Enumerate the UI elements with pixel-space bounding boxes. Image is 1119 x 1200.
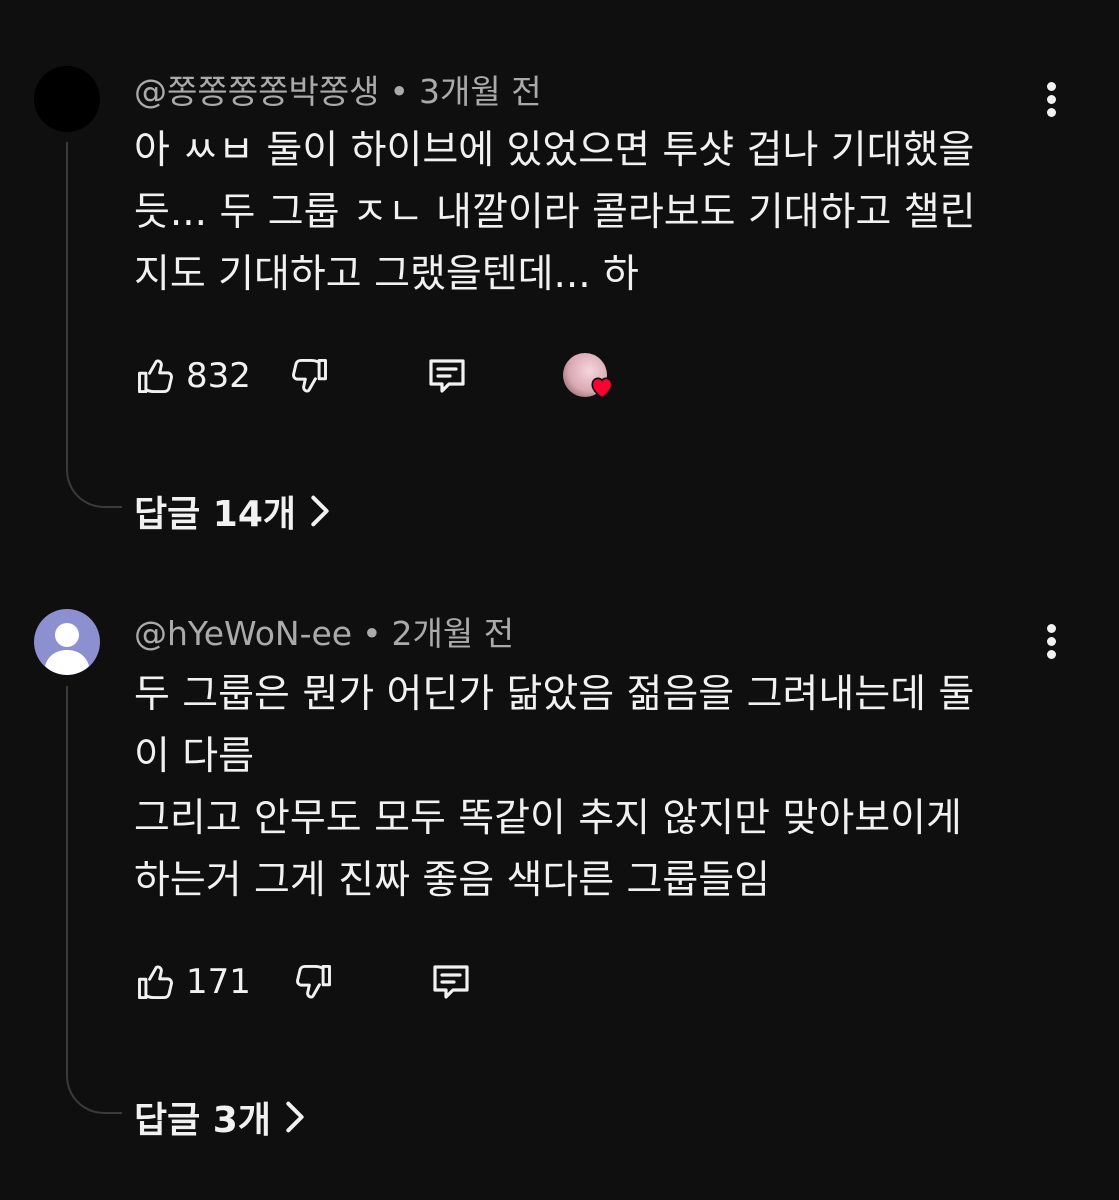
more-vertical-icon	[1047, 624, 1056, 633]
more-vertical-dot	[1047, 95, 1056, 104]
like-button[interactable]: 171	[134, 960, 251, 1004]
reply-button[interactable]	[427, 958, 475, 1006]
comment-header: @hYeWoN-ee • 2개월 전	[134, 614, 514, 654]
comment-line: 듯... 두 그룹 ㅈㄴ 내깔이라 콜라보도 기대하고 챌린	[134, 190, 976, 235]
thumbs-up-icon	[138, 965, 173, 1000]
creator-heart[interactable]	[562, 353, 613, 399]
user-avatar[interactable]	[34, 66, 100, 132]
like-button[interactable]: 832	[134, 354, 251, 398]
comment-line: 두 그룹은 뭔가 어딘가 닮았음 젊음을 그려내는데 둘	[134, 672, 975, 717]
dislike-button[interactable]	[291, 960, 335, 1004]
more-vertical-icon	[1047, 82, 1056, 91]
comment-line: 하는거 그게 진짜 좋음 색다른 그룹들임	[134, 858, 771, 903]
thumbs-down-icon	[291, 358, 327, 393]
comment-username[interactable]: @hYeWoN-ee	[134, 614, 352, 653]
reply-icon	[429, 359, 465, 393]
thread-line	[66, 142, 122, 508]
default-avatar-icon	[45, 623, 89, 675]
comment-menu-button[interactable]	[1038, 622, 1066, 662]
comment-line: 아 ㅆㅂ 둘이 하이브에 있었으면 투샷 겁나 기대했을	[134, 128, 975, 173]
more-vertical-dot	[1047, 108, 1056, 117]
view-replies-button[interactable]: 답글 14개	[134, 485, 330, 537]
thumbs-up-icon	[138, 359, 173, 394]
like-count: 171	[186, 962, 251, 1002]
replies-label: 답글 14개	[134, 494, 296, 535]
comment-line: 이 다름	[134, 734, 255, 779]
chevron-right-icon	[286, 1101, 304, 1133]
chevron-right-icon	[311, 495, 329, 527]
comment-text: 아 ㅆㅂ 둘이 하이브에 있었으면 투샷 겁나 기대했을 듯... 두 그룹 ㅈ…	[134, 120, 1064, 306]
header-separator: •	[362, 614, 382, 653]
thumbs-down-icon	[295, 964, 331, 999]
comment-time[interactable]: 2개월 전	[392, 614, 515, 653]
comment-line: 그리고 안무도 모두 똑같이 추지 않지만 맞아보이게	[134, 796, 962, 841]
comment-text: 두 그룹은 뭔가 어딘가 닮았음 젊음을 그려내는데 둘 이 다름 그리고 안무…	[134, 664, 1064, 912]
comment-time[interactable]: 3개월 전	[419, 72, 542, 111]
replies-label: 답글 3개	[134, 1100, 271, 1141]
dislike-button[interactable]	[287, 354, 331, 398]
thread-line	[66, 686, 122, 1114]
creator-heart-icon	[591, 377, 613, 399]
more-vertical-dot	[1047, 637, 1056, 646]
comment-actions: 832	[134, 352, 613, 400]
more-vertical-dot	[1047, 650, 1056, 659]
user-avatar[interactable]	[34, 609, 100, 675]
reply-icon	[433, 965, 469, 999]
header-separator: •	[389, 72, 409, 111]
reply-button[interactable]	[423, 352, 471, 400]
comment-username[interactable]: @쫑쫑쫑쫑박쫑생	[134, 72, 380, 111]
comment-menu-button[interactable]	[1038, 80, 1066, 120]
comment-actions: 171	[134, 958, 475, 1006]
comment-line: 지도 기대하고 그랬을텐데... 하	[134, 252, 639, 297]
like-count: 832	[186, 356, 251, 396]
comment-header: @쫑쫑쫑쫑박쫑생 • 3개월 전	[134, 72, 542, 112]
view-replies-button[interactable]: 답글 3개	[134, 1091, 305, 1143]
